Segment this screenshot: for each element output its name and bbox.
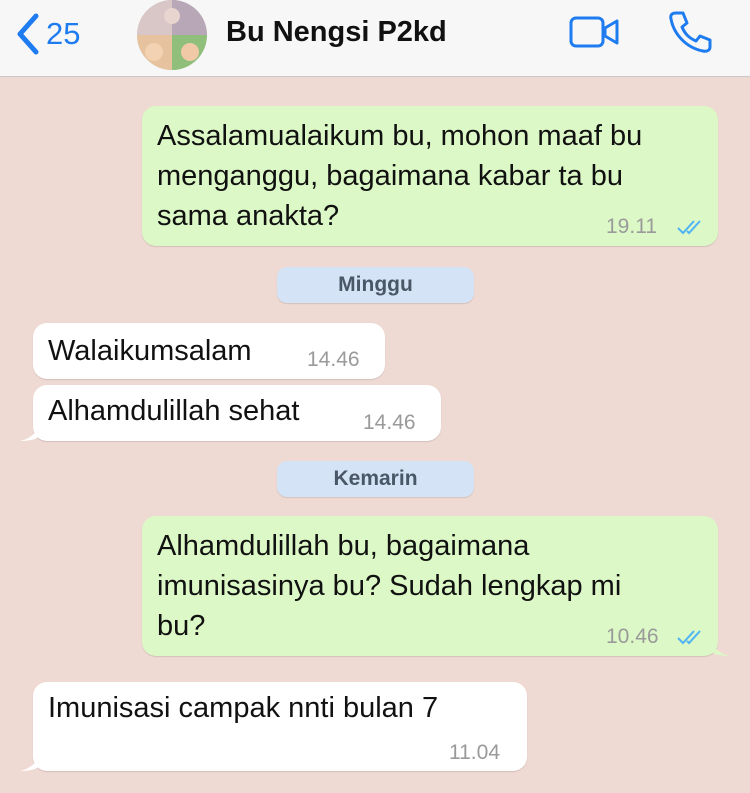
bubble-tail — [710, 636, 730, 656]
video-camera-icon — [569, 16, 619, 48]
avatar[interactable] — [137, 0, 207, 70]
phone-icon — [669, 11, 712, 53]
message-bubble-incoming[interactable]: Walaikumsalam 14.46 — [33, 323, 385, 379]
message-time: 11.04 — [449, 741, 500, 764]
message-time: 10.46 — [606, 625, 659, 648]
message-time: 19.11 — [606, 215, 657, 238]
chat-header: 25 Bu Nengsi P2kd — [0, 0, 750, 77]
message-bubble-outgoing[interactable]: Assalamualaikum bu, mohon maaf bu mengan… — [142, 106, 718, 246]
message-text: Walaikumsalam — [48, 335, 252, 367]
date-separator: Kemarin — [277, 461, 474, 497]
date-separator: Minggu — [277, 267, 474, 303]
chevron-left-icon — [17, 13, 39, 55]
message-bubble-incoming[interactable]: Alhamdulillah sehat 14.46 — [20, 385, 441, 441]
bubble-tail — [20, 751, 40, 771]
message-bubble-incoming[interactable]: Imunisasi campak nnti bulan 7 11.04 — [20, 682, 527, 771]
message-text: Imunisasi campak nnti bulan 7 — [48, 692, 439, 724]
bubble-tail — [20, 421, 40, 441]
message-time: 14.46 — [307, 348, 360, 371]
video-call-button[interactable] — [568, 14, 620, 55]
double-check-icon — [677, 220, 701, 235]
voice-call-button[interactable] — [666, 8, 714, 61]
contact-name[interactable]: Bu Nengsi P2kd — [226, 16, 447, 49]
message-text: Alhamdulillah sehat — [48, 395, 300, 427]
message-time: 14.46 — [363, 411, 416, 434]
unread-count: 25 — [46, 16, 81, 51]
back-button[interactable]: 25 — [14, 12, 80, 56]
message-text: Assalamualaikum bu, mohon maaf bu mengan… — [157, 120, 643, 232]
message-text: Alhamdulillah bu, bagaimana imunisasinya… — [157, 530, 622, 642]
message-bubble-outgoing[interactable]: Alhamdulillah bu, bagaimana imunisasinya… — [142, 516, 730, 656]
double-check-icon — [677, 630, 701, 645]
